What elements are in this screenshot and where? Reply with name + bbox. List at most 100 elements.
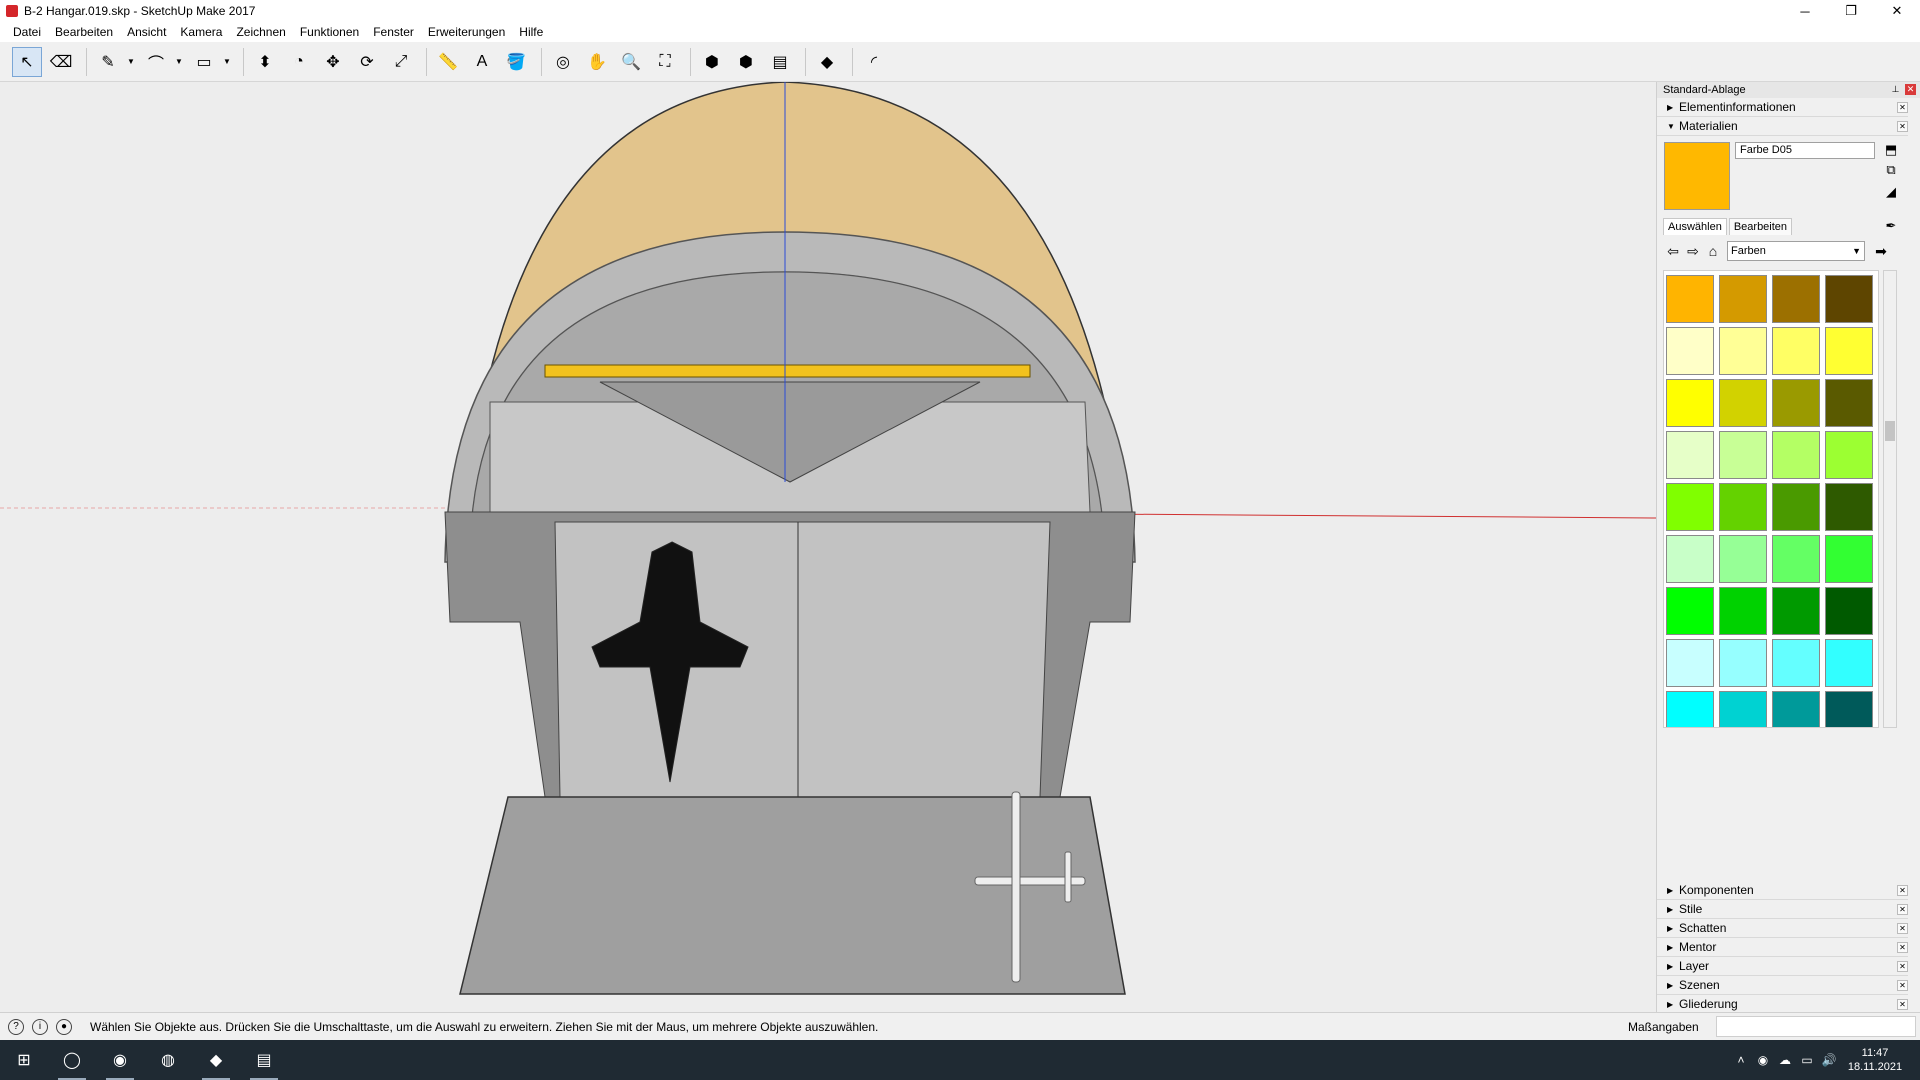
panel-close-icon[interactable]: ✕ — [1897, 121, 1908, 132]
forward-arrow-icon[interactable]: ⇨ — [1683, 243, 1703, 260]
tape-measure-tool-button[interactable]: 📏 — [433, 47, 463, 77]
dropdown-arrow-icon[interactable]: ▼ — [223, 57, 231, 66]
panel-close-icon[interactable]: ✕ — [1897, 923, 1908, 934]
follow-me-tool-button[interactable]: ◜ — [859, 47, 889, 77]
color-swatch[interactable] — [1825, 379, 1873, 427]
create-material-icon[interactable]: ⧉ — [1883, 162, 1899, 178]
swatch-scrollbar[interactable] — [1883, 270, 1897, 728]
pan-tool-button[interactable]: ✋ — [582, 47, 612, 77]
tray-scrollbar[interactable] — [1908, 98, 1920, 1012]
credits-icon[interactable]: i — [32, 1018, 48, 1035]
color-swatch[interactable] — [1666, 535, 1714, 583]
color-swatch[interactable] — [1772, 483, 1820, 531]
zoom-tool-button[interactable]: 🔍 — [616, 47, 646, 77]
dropdown-arrow-icon[interactable]: ▼ — [175, 57, 183, 66]
menu-erweiterungen[interactable]: Erweiterungen — [421, 25, 512, 39]
paint-bucket-tool-button[interactable]: 🪣 — [501, 47, 531, 77]
color-swatch[interactable] — [1825, 431, 1873, 479]
panel-szenen[interactable]: ▶ Szenen ✕ — [1657, 976, 1920, 995]
color-swatch[interactable] — [1772, 431, 1820, 479]
color-swatch[interactable] — [1719, 587, 1767, 635]
sketchup-icon[interactable]: ◆ — [192, 1040, 240, 1080]
pin-icon[interactable]: ⊥ — [1890, 84, 1901, 95]
color-swatch[interactable] — [1772, 691, 1820, 727]
color-swatch[interactable] — [1825, 327, 1873, 375]
color-swatch[interactable] — [1666, 431, 1714, 479]
text-tool-button[interactable]: A — [467, 47, 497, 77]
details-arrow-icon[interactable]: ➡ — [1871, 243, 1891, 260]
panel-komponenten[interactable]: ▶ Komponenten ✕ — [1657, 881, 1920, 900]
panel-schatten[interactable]: ▶ Schatten ✕ — [1657, 919, 1920, 938]
file-manager-icon[interactable]: ▤ — [240, 1040, 288, 1080]
color-swatch[interactable] — [1825, 275, 1873, 323]
user-icon[interactable]: ● — [56, 1018, 72, 1035]
menu-datei[interactable]: Datei — [6, 25, 48, 39]
restore-button[interactable]: ❐ — [1828, 0, 1874, 22]
panel-close-icon[interactable]: ✕ — [1897, 904, 1908, 915]
menu-funktionen[interactable]: Funktionen — [293, 25, 366, 39]
onedrive-icon[interactable]: ☁ — [1774, 1053, 1796, 1067]
color-swatch[interactable] — [1772, 275, 1820, 323]
share-model-button[interactable]: ▤ — [765, 47, 795, 77]
opera-icon[interactable]: ◯ — [48, 1040, 96, 1080]
menu-ansicht[interactable]: Ansicht — [120, 25, 173, 39]
color-swatch[interactable] — [1666, 639, 1714, 687]
color-swatch[interactable] — [1825, 483, 1873, 531]
dropdown-arrow-icon[interactable]: ▼ — [127, 57, 135, 66]
color-swatch[interactable] — [1825, 535, 1873, 583]
zoom-extents-tool-button[interactable]: ⛶ — [650, 47, 680, 77]
panel-materials[interactable]: ▼ Materialien ✕ — [1657, 117, 1920, 136]
chevron-up-icon[interactable]: ˄ — [1730, 1053, 1752, 1067]
panel-close-icon[interactable]: ✕ — [1897, 961, 1908, 972]
geo-location-icon[interactable]: ? — [8, 1018, 24, 1035]
color-swatch[interactable] — [1825, 691, 1873, 727]
menu-kamera[interactable]: Kamera — [173, 25, 229, 39]
extension-manager-button[interactable]: ◆ — [812, 47, 842, 77]
color-swatch[interactable] — [1666, 691, 1714, 727]
close-button[interactable]: ✕ — [1874, 0, 1920, 22]
volume-icon[interactable]: 🔊 — [1818, 1053, 1840, 1067]
menu-hilfe[interactable]: Hilfe — [512, 25, 550, 39]
measurements-input[interactable] — [1716, 1016, 1916, 1037]
color-swatch[interactable] — [1772, 379, 1820, 427]
color-swatch[interactable] — [1772, 535, 1820, 583]
panel-stile[interactable]: ▶ Stile ✕ — [1657, 900, 1920, 919]
save-material-icon[interactable]: ⬒ — [1883, 142, 1899, 158]
color-swatch[interactable] — [1719, 691, 1767, 727]
color-swatch[interactable] — [1719, 431, 1767, 479]
color-swatch[interactable] — [1719, 535, 1767, 583]
color-swatch[interactable] — [1666, 483, 1714, 531]
panel-close-icon[interactable]: ✕ — [1897, 980, 1908, 991]
back-arrow-icon[interactable]: ⇦ — [1663, 243, 1683, 260]
home-icon[interactable]: ⌂ — [1703, 243, 1723, 259]
menu-fenster[interactable]: Fenster — [366, 25, 421, 39]
line-tool-button[interactable]: ✎ — [93, 47, 123, 77]
select-tool-button[interactable]: ↖ — [12, 46, 42, 77]
color-swatch[interactable] — [1666, 327, 1714, 375]
eyedropper-icon[interactable]: ✒ — [1883, 218, 1899, 234]
panel-close-icon[interactable]: ✕ — [1897, 102, 1908, 113]
tab-select[interactable]: Auswählen — [1663, 218, 1727, 235]
color-swatch[interactable] — [1719, 327, 1767, 375]
color-swatch[interactable] — [1825, 587, 1873, 635]
extension-warehouse-button[interactable]: ⬢ — [731, 47, 761, 77]
color-swatch[interactable] — [1772, 587, 1820, 635]
collection-select[interactable]: Farben ▼ — [1727, 241, 1865, 261]
color-swatch[interactable] — [1719, 275, 1767, 323]
discord-icon[interactable]: ◉ — [96, 1040, 144, 1080]
tray-close-button[interactable]: ✕ — [1905, 84, 1916, 95]
color-swatch[interactable] — [1772, 639, 1820, 687]
color-swatch[interactable] — [1719, 639, 1767, 687]
panel-close-icon[interactable]: ✕ — [1897, 999, 1908, 1010]
arc-tool-button[interactable]: ⌒ — [141, 47, 171, 77]
windows-start-icon[interactable]: ⊞ — [0, 1040, 48, 1080]
menu-bearbeiten[interactable]: Bearbeiten — [48, 25, 120, 39]
color-swatch[interactable] — [1666, 587, 1714, 635]
panel-close-icon[interactable]: ✕ — [1897, 942, 1908, 953]
panel-mentor[interactable]: ▶ Mentor ✕ — [1657, 938, 1920, 957]
color-swatch[interactable] — [1772, 327, 1820, 375]
network-icon[interactable]: ▭ — [1796, 1053, 1818, 1067]
discord-tray-icon[interactable]: ◉ — [1752, 1053, 1774, 1067]
model-viewport[interactable] — [0, 82, 1656, 1012]
color-swatch[interactable] — [1666, 275, 1714, 323]
